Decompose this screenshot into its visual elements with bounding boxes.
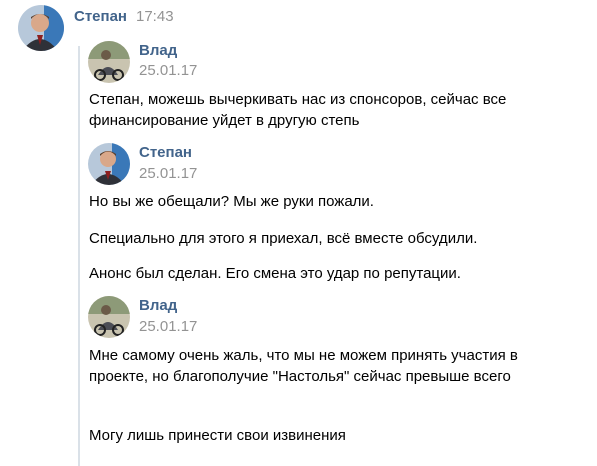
message-text: Степан, можешь вычеркивать нас из спонсо… xyxy=(89,91,507,129)
message-time[interactable]: 17:43 xyxy=(136,8,174,26)
sender-avatar[interactable] xyxy=(18,5,64,51)
message-text: Специально для этого я приехал, всё вмес… xyxy=(89,230,478,247)
fwd-author[interactable]: Влад xyxy=(139,297,177,315)
fwd-date: 25.01.17 xyxy=(139,62,198,79)
sender-name[interactable]: Степан xyxy=(74,8,127,26)
forwarded-bar xyxy=(78,46,80,466)
fwd-author[interactable]: Степан xyxy=(139,144,192,162)
fwd-avatar-vlad[interactable] xyxy=(88,41,130,83)
fwd-avatar-vlad[interactable] xyxy=(88,296,130,338)
message-text: Могу лишь принести свои извинения xyxy=(89,427,346,444)
fwd-author[interactable]: Влад xyxy=(139,42,177,60)
message-text: Но вы же обещали? Мы же руки пожали. xyxy=(89,193,374,210)
message-text: Мне самому очень жаль, что мы не можем п… xyxy=(89,347,518,385)
message-text: Анонс был сделан. Его смена это удар по … xyxy=(89,265,461,282)
fwd-date: 25.01.17 xyxy=(139,318,198,335)
fwd-date: 25.01.17 xyxy=(139,165,198,182)
fwd-avatar-stepan[interactable] xyxy=(88,143,130,185)
